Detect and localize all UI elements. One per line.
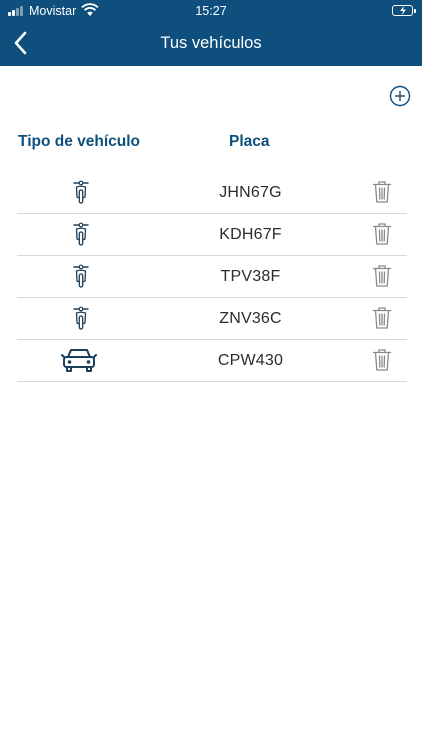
plate-number: KDH67F bbox=[219, 226, 282, 243]
app-header: Movistar 15:27 Tus vehículos bbox=[0, 0, 422, 66]
vehicle-row[interactable]: CPW430 bbox=[17, 340, 407, 382]
add-circle-icon bbox=[389, 85, 411, 107]
trash-icon bbox=[372, 349, 392, 371]
vehicle-list: JHN67G KDH67F TPV38F ZNV36C CPW430 bbox=[17, 172, 407, 382]
delete-vehicle-button[interactable] bbox=[372, 180, 392, 204]
column-header-vehicle-type: Tipo de vehículo bbox=[18, 133, 141, 150]
status-bar: Movistar 15:27 bbox=[0, 0, 422, 22]
trash-icon bbox=[372, 307, 392, 329]
add-vehicle-button[interactable] bbox=[389, 85, 411, 107]
delete-vehicle-button[interactable] bbox=[372, 306, 392, 330]
battery-charging-icon bbox=[392, 5, 416, 16]
page-title: Tus vehículos bbox=[160, 34, 262, 52]
delete-vehicle-button[interactable] bbox=[372, 348, 392, 372]
trash-icon bbox=[372, 223, 392, 245]
vehicle-row[interactable]: KDH67F bbox=[17, 214, 407, 256]
trash-icon bbox=[372, 265, 392, 287]
motorcycle-icon bbox=[73, 180, 89, 204]
vehicle-row[interactable]: JHN67G bbox=[17, 172, 407, 214]
car-icon bbox=[61, 349, 97, 372]
motorcycle-icon bbox=[73, 222, 89, 246]
plate-number: CPW430 bbox=[217, 352, 284, 369]
delete-vehicle-button[interactable] bbox=[372, 264, 392, 288]
delete-vehicle-button[interactable] bbox=[372, 222, 392, 246]
plate-number: JHN67G bbox=[219, 184, 282, 201]
motorcycle-icon bbox=[73, 306, 89, 330]
plate-number: ZNV36C bbox=[219, 310, 282, 327]
trash-icon bbox=[372, 181, 392, 203]
plate-number: TPV38F bbox=[220, 268, 281, 285]
column-header-plate: Placa bbox=[229, 133, 270, 150]
vehicle-row[interactable]: ZNV36C bbox=[17, 298, 407, 340]
status-time: 15:27 bbox=[195, 4, 227, 18]
motorcycle-icon bbox=[73, 264, 89, 288]
vehicle-row[interactable]: TPV38F bbox=[17, 256, 407, 298]
